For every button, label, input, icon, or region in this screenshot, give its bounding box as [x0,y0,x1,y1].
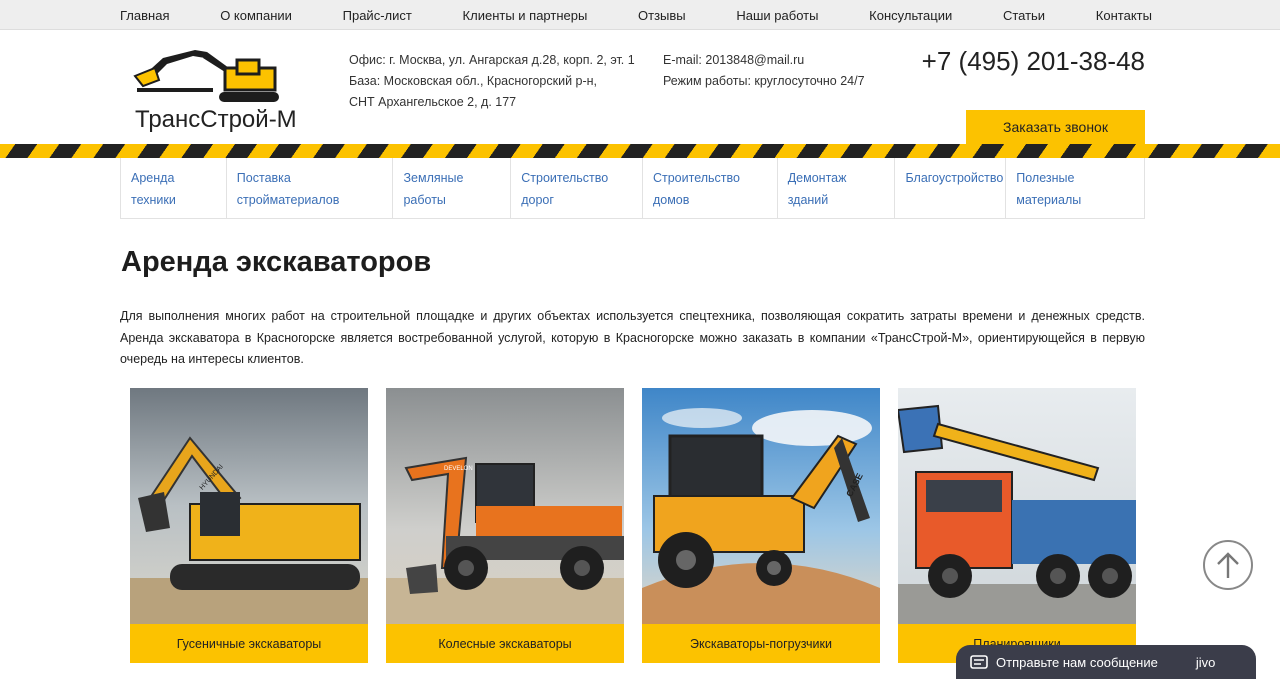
chat-brand: jivo [1195,654,1216,670]
brand-mark: DEVELON [444,466,473,472]
planner-truck-image [898,388,1136,624]
category-label: Гусеничные экскаваторы [130,624,368,663]
service-label-line: Полезные [1016,171,1075,185]
category-card-planners[interactable]: Планировщики [898,388,1136,663]
excavator-logo-icon [133,50,279,102]
service-demolition[interactable]: Демонтаж зданий [778,158,896,218]
chat-prompt: Отправьте нам сообщение [996,654,1158,670]
service-house-construction[interactable]: Строительство домов [643,158,778,218]
address-line: База: Московская обл., Красногорский р-н… [349,74,598,88]
request-call-button[interactable]: Заказать звонок [966,110,1145,144]
service-label-line: Аренда [131,171,175,185]
office-address: Офис: г. Москва, ул. Ангарская д.28, кор… [349,50,635,113]
category-label: Экскаваторы-погрузчики [642,624,880,663]
service-landscaping[interactable]: Благоустройство [895,158,1007,218]
service-label-line: материалы [1016,193,1082,207]
service-building-materials[interactable]: Поставка стройматериалов [227,158,394,218]
service-label-line: работы [403,193,446,207]
service-equipment-rental[interactable]: Аренда техники [121,158,227,218]
backhoe-loader-image: CASE [642,388,880,624]
page-title: Аренда экскаваторов [121,246,432,278]
service-label-line: Благоустройство [905,171,1004,185]
services-navigation: Аренда техники Поставка стройматериалов … [120,158,1145,219]
topnav-item-about[interactable]: О компании [220,8,292,23]
category-card-crawler[interactable]: HYUNDAI Гусеничные экскаваторы [130,388,368,663]
hazard-stripe [0,144,1280,158]
service-label-line: Демонтаж [787,171,847,185]
email-text[interactable]: E-mail: 2013848@mail.ru [663,50,865,71]
wheeled-excavator-image: DEVELON [386,388,624,624]
category-card-backhoe[interactable]: CASE Экскаваторы-погрузчики [642,388,880,663]
service-label-line: Земляные [403,171,464,185]
crawler-excavator-image: HYUNDAI [130,388,368,624]
topnav-item-articles[interactable]: Статьи [1003,8,1045,23]
intro-paragraph: Для выполнения многих работ на строитель… [120,309,1145,366]
chat-widget[interactable]: Отправьте нам сообщение jivo [956,645,1256,679]
message-icon [970,655,988,669]
excavator-categories: HYUNDAI Гусеничные экскаваторы DEVELON К… [130,388,1136,663]
category-label: Колесные экскаваторы [386,624,624,663]
service-label-line: Строительство [652,171,740,185]
service-label-line: дорог [521,193,554,207]
logo[interactable]: ТрансСтрой-М [133,46,297,133]
service-label-line: Строительство [521,171,609,185]
topnav-item-consultations[interactable]: Консультации [869,8,952,23]
arrow-up-icon [1217,552,1239,578]
address-line: СНТ Архангельское 2, д. 177 [349,95,517,109]
scroll-to-top-button[interactable] [1203,540,1253,590]
address-line: Офис: г. Москва, ул. Ангарская д.28, кор… [349,53,635,67]
top-navigation: Главная О компании Прайс-лист Клиенты и … [0,0,1280,30]
logo-text: ТрансСтрой-М [135,106,297,133]
contact-info: E-mail: 2013848@mail.ru Режим работы: кр… [663,50,865,92]
topnav-item-works[interactable]: Наши работы [736,8,818,23]
topnav-item-reviews[interactable]: Отзывы [638,8,686,23]
site-header: ТрансСтрой-М Офис: г. Москва, ул. Ангарс… [0,30,1280,144]
topnav-item-clients[interactable]: Клиенты и партнеры [463,8,588,23]
topnav-item-home[interactable]: Главная [120,8,169,23]
working-hours: Режим работы: круглосуточно 24/7 [663,74,865,88]
service-useful-materials[interactable]: Полезные материалы [1006,158,1144,218]
category-card-wheeled[interactable]: DEVELON Колесные экскаваторы [386,388,624,663]
topnav-item-pricelist[interactable]: Прайс-лист [343,8,412,23]
service-label-line: домов [652,193,690,207]
service-label-line: техники [131,193,176,207]
service-earthworks[interactable]: Земляные работы [393,158,512,218]
service-label-line: Поставка [236,171,291,185]
service-label-line: стройматериалов [236,193,340,207]
topnav-item-contacts[interactable]: Контакты [1096,8,1152,23]
service-label-line: зданий [787,193,829,207]
service-road-construction[interactable]: Строительство дорог [511,158,643,218]
phone-number[interactable]: +7 (495) 201-38-48 [922,46,1145,77]
